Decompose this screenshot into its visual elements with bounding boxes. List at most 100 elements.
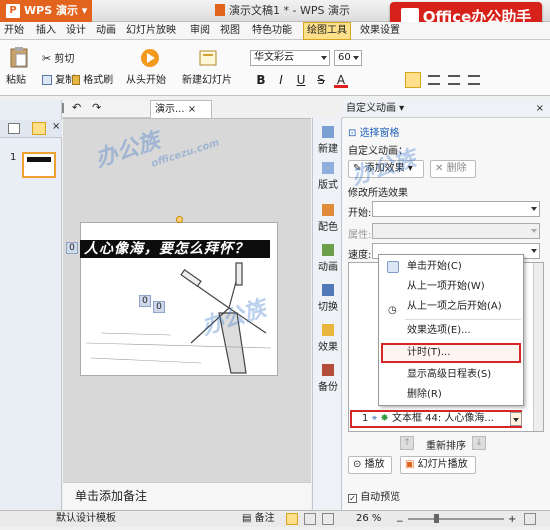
rotate-handle[interactable] <box>176 216 183 223</box>
fit-window-icon[interactable] <box>524 513 536 525</box>
menu-design[interactable]: 设计 <box>66 22 86 40</box>
selection-pane-link[interactable]: ⊡ 选择窗格 <box>348 124 400 139</box>
slideshow-icon: ▣ <box>405 459 415 470</box>
delete-effect-button[interactable]: ✕ 删除 <box>430 160 476 178</box>
menu-effect-options[interactable]: 效果选项(E)... <box>379 321 523 341</box>
animation-item-dropdown[interactable] <box>510 412 522 426</box>
move-down-button[interactable]: ↓ <box>472 436 486 450</box>
auto-preview-label: 自动预览 <box>360 492 401 503</box>
start-select[interactable] <box>372 201 540 217</box>
slide-title-text[interactable]: 人心像海，要怎么拜怀？ <box>84 238 249 258</box>
format-painter-button[interactable]: 格式刷 <box>72 74 113 88</box>
side-effect[interactable]: 效果 <box>313 324 343 353</box>
animation-index: 1 <box>362 413 369 424</box>
menu-insert[interactable]: 插入 <box>36 22 56 40</box>
align-left-button[interactable] <box>405 72 421 88</box>
property-label: 属性: <box>348 230 372 241</box>
new-slide-label: 新建幻灯片 <box>182 75 232 86</box>
cut-button[interactable]: ✂ 剪切 <box>42 52 74 67</box>
pane-tabs: × <box>0 120 62 138</box>
reorder-label: 重新排序 <box>426 441 466 452</box>
menu-review[interactable]: 审阅 <box>190 22 210 40</box>
sorter-view-icon[interactable] <box>304 513 316 525</box>
menu-after-previous[interactable]: ◷ 从上一项之后开始(A) <box>379 297 523 317</box>
animation-tag-0b: 0 <box>153 301 165 313</box>
menu-start[interactable]: 开始 <box>4 22 24 40</box>
speed-label: 速度: <box>348 250 372 261</box>
task-side-strip: 新建 版式 配色 动画 切换 效果 备份 <box>312 118 342 510</box>
notes-area[interactable]: 单击添加备注 <box>63 482 311 509</box>
bold-button[interactable]: B <box>254 72 268 88</box>
wps-app-menu-button[interactable]: P WPS 演示 ▾ <box>0 0 92 22</box>
zoom-slider[interactable] <box>408 518 504 520</box>
move-up-button[interactable]: ↑ <box>400 436 414 450</box>
close-icon[interactable]: × <box>52 121 60 132</box>
slideshow-view-icon[interactable] <box>322 513 334 525</box>
copy-button[interactable]: 复制 <box>42 74 75 88</box>
side-new[interactable]: 新建 <box>313 126 343 155</box>
zoom-slider-thumb[interactable] <box>434 514 439 523</box>
new-slide-button[interactable] <box>198 48 218 68</box>
list-scrollbar[interactable] <box>533 263 543 431</box>
slideshow-label: 幻灯片播放 <box>417 459 468 470</box>
side-color-label: 配色 <box>318 222 338 233</box>
tab-slides-icon[interactable] <box>32 122 46 135</box>
font-color-button[interactable]: A <box>334 72 348 88</box>
close-icon[interactable]: × <box>536 100 544 118</box>
status-notes[interactable]: ▤ 备注 <box>242 511 275 527</box>
undo-icon[interactable]: ↶ <box>72 101 81 114</box>
font-name-select[interactable]: 华文彩云 <box>250 50 330 66</box>
side-layout[interactable]: 版式 <box>313 162 343 191</box>
clock-icon: ◷ <box>388 305 397 316</box>
menu-remove[interactable]: 删除(R) <box>379 385 523 405</box>
italic-button[interactable]: I <box>274 72 288 88</box>
editor-tab[interactable]: 演示... × <box>150 100 212 118</box>
normal-view-icon[interactable] <box>286 513 298 525</box>
from-start-button[interactable] <box>140 48 160 68</box>
side-layout-label: 版式 <box>318 180 338 191</box>
slide-thumbnail[interactable] <box>22 152 56 178</box>
menu-timing[interactable]: 计时(T)... <box>381 343 521 363</box>
menu-drawing-tools[interactable]: 绘图工具 <box>303 22 351 40</box>
side-color[interactable]: 配色 <box>313 204 343 233</box>
menu-start-on-click[interactable]: 单击开始(C) <box>379 257 523 277</box>
underline-button[interactable]: U <box>294 72 308 88</box>
animation-tag-0a: 0 <box>139 295 151 307</box>
chevron-down-icon <box>531 207 537 211</box>
selection-pane-label: 选择窗格 <box>359 128 400 139</box>
justify-icon[interactable] <box>468 75 480 85</box>
menu-view[interactable]: 视图 <box>220 22 240 40</box>
effect-icon <box>322 324 334 336</box>
redo-icon[interactable]: ↷ <box>92 101 101 114</box>
side-backup[interactable]: 备份 <box>313 364 343 393</box>
menu-show-advanced-timeline[interactable]: 显示高级日程表(S) <box>379 365 523 385</box>
panel-title[interactable]: 自定义动画 ▾ <box>346 103 404 114</box>
zoom-out-icon[interactable]: − <box>396 514 404 530</box>
paste-label: 粘贴 <box>6 75 26 86</box>
menu-animation[interactable]: 动画 <box>96 22 116 40</box>
animation-item-row[interactable]: 1 ⌖ ✸ 文本框 44: 人心像海... <box>350 410 522 428</box>
paste-button[interactable] <box>6 46 32 68</box>
menu-slideshow[interactable]: 幻灯片放映 <box>126 22 176 40</box>
strikethrough-button[interactable]: S <box>314 72 328 88</box>
menu-effect-settings[interactable]: 效果设置 <box>360 22 400 40</box>
menu-with-previous[interactable]: 从上一项开始(W) <box>379 277 523 297</box>
play-button[interactable]: ⊙ 播放 <box>348 456 392 474</box>
font-size-select[interactable]: 60 <box>334 50 362 66</box>
align-center-icon[interactable] <box>428 75 440 85</box>
format-painter-label: 格式刷 <box>83 75 114 86</box>
side-transition[interactable]: 切换 <box>313 284 343 313</box>
auto-preview-checkbox[interactable]: ✓ 自动预览 <box>348 488 400 503</box>
layout-icon <box>322 162 334 174</box>
menu-show-advanced-timeline-label: 显示高级日程表(S) <box>407 369 492 380</box>
animation-tag-title: 0 <box>66 242 78 254</box>
zoom-in-icon[interactable]: + <box>508 512 516 528</box>
menu-special[interactable]: 特色功能 <box>252 22 292 40</box>
align-right-icon[interactable] <box>448 75 460 85</box>
document-title-text: 演示文稿1 * - WPS 演示 <box>229 4 350 17</box>
tab-outline-icon[interactable] <box>8 123 20 134</box>
slide-number: 1 <box>10 152 17 163</box>
slideshow-button[interactable]: ▣ 幻灯片播放 <box>400 456 476 474</box>
new-slide-icon <box>199 50 217 66</box>
side-animation[interactable]: 动画 <box>313 244 343 273</box>
